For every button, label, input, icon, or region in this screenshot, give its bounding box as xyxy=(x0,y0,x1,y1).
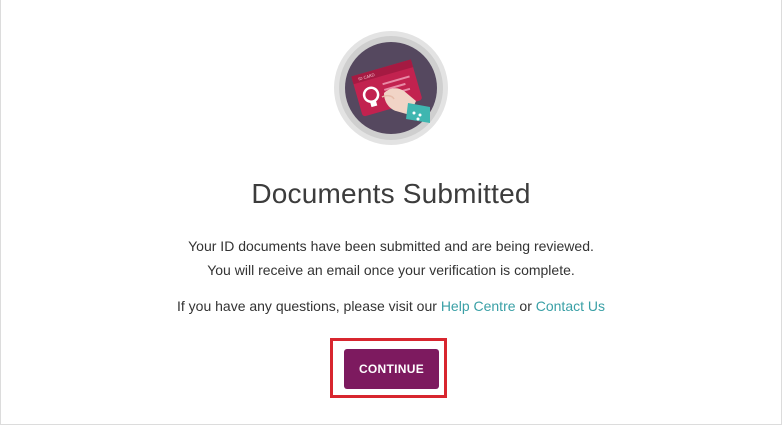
help-text-prefix: If you have any questions, please visit … xyxy=(176,298,441,314)
contact-us-link[interactable]: Contact Us xyxy=(536,298,605,314)
id-card-in-hand-icon: ID CARD xyxy=(334,31,448,145)
help-text-connector: or xyxy=(515,298,536,314)
status-message-line2: You will receive an email once your veri… xyxy=(207,262,575,278)
continue-button[interactable]: CONTINUE xyxy=(344,349,439,389)
page-title: Documents Submitted xyxy=(251,178,531,209)
help-centre-link[interactable]: Help Centre xyxy=(441,298,516,314)
status-message-line1: Your ID documents have been submitted an… xyxy=(188,238,594,254)
help-text: If you have any questions, please visit … xyxy=(0,298,782,314)
